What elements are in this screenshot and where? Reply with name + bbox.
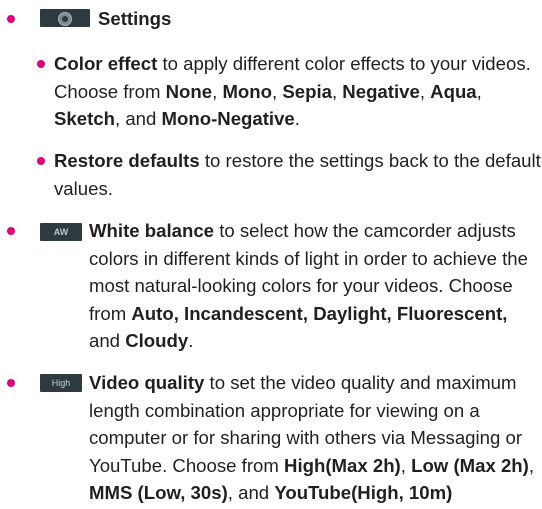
period: . bbox=[188, 330, 194, 352]
video-quality-item: Video quality to set the video quality a… bbox=[89, 369, 541, 507]
option-sepia: Sepia bbox=[282, 80, 332, 102]
bullet bbox=[37, 157, 45, 165]
option-mms: MMS (Low, 30s) bbox=[89, 482, 228, 504]
option-mono-negative: Mono-Negative bbox=[161, 108, 295, 130]
settings-icon bbox=[40, 9, 90, 27]
separator: and bbox=[89, 330, 126, 352]
settings-heading: Settings bbox=[98, 8, 172, 29]
separator: , bbox=[272, 80, 283, 102]
option-aqua: Aqua bbox=[430, 80, 477, 102]
option-negative: Negative bbox=[342, 80, 420, 102]
color-effect-term: Color effect bbox=[54, 53, 158, 74]
option-cloudy: Cloudy bbox=[125, 330, 189, 352]
option-none: None bbox=[165, 80, 213, 102]
option-mono: Mono bbox=[222, 80, 272, 102]
gear-icon bbox=[58, 12, 72, 26]
option-high: High(Max 2h) bbox=[284, 454, 401, 476]
restore-defaults-item: Restore defaults to restore the settings… bbox=[54, 147, 542, 202]
restore-defaults-term: Restore defaults bbox=[54, 150, 200, 171]
color-effect-item: Color effect to apply different color ef… bbox=[54, 50, 542, 133]
white-balance-icon: AW bbox=[40, 223, 82, 241]
bullet bbox=[7, 379, 15, 387]
separator: , and bbox=[227, 482, 275, 504]
bullet bbox=[37, 60, 45, 68]
bullet bbox=[7, 227, 15, 235]
separator: , bbox=[476, 80, 482, 102]
video-quality-icon: High bbox=[40, 374, 82, 392]
bullet bbox=[7, 15, 15, 23]
separator: , bbox=[331, 80, 343, 102]
separator: , bbox=[400, 454, 412, 476]
option-sketch: Sketch bbox=[54, 108, 115, 130]
white-balance-options: Auto, Incandescent, Daylight, Fluorescen… bbox=[131, 302, 508, 324]
period: . bbox=[294, 108, 300, 130]
separator: , and bbox=[114, 108, 162, 130]
separator: , bbox=[212, 80, 223, 102]
separator: , bbox=[528, 454, 535, 476]
separator: , bbox=[419, 80, 431, 102]
option-youtube: YouTube(High, 10m) bbox=[274, 482, 453, 504]
video-quality-term: Video quality bbox=[89, 372, 205, 393]
option-low: Low (Max 2h) bbox=[411, 454, 529, 476]
white-balance-term: White balance bbox=[89, 220, 215, 241]
white-balance-item: White balance to select how the camcorde… bbox=[89, 217, 539, 355]
